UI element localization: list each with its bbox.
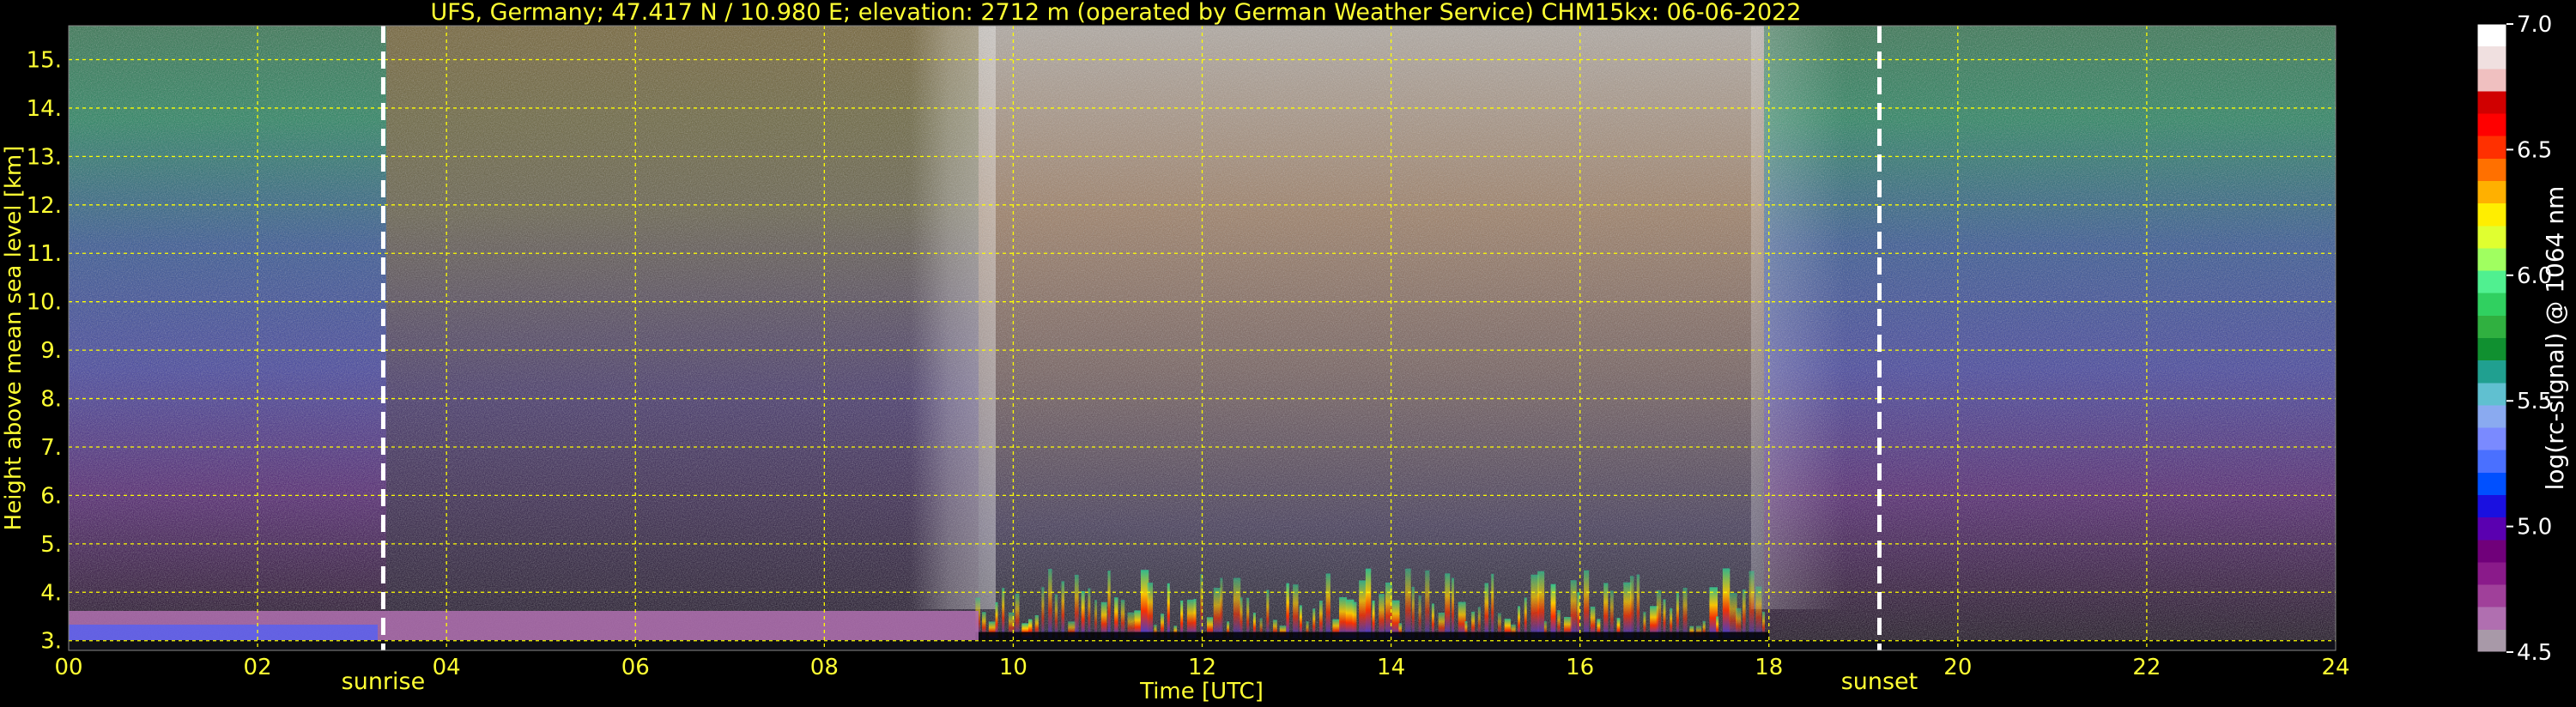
cbl-plume [1147, 583, 1154, 638]
cbl-plume [1484, 583, 1489, 638]
x-axis-label: Time [UTC] [1139, 679, 1264, 704]
cbl-plume [1676, 593, 1679, 638]
cbl-plume [1405, 568, 1411, 638]
cbl-plume [1491, 573, 1494, 638]
y-tick-label: 15. [27, 48, 62, 74]
cbl-plume [1233, 577, 1241, 638]
cbl-plume [1570, 580, 1577, 638]
x-tick-label: 20 [1943, 655, 1972, 680]
y-tick-label: 7. [40, 435, 62, 461]
y-tick-label: 9. [40, 338, 62, 364]
cbl-plume [1722, 568, 1730, 638]
chart-title: UFS, Germany; 47.417 N / 10.980 E; eleva… [431, 0, 1802, 26]
cbl-plume [1609, 590, 1614, 638]
colorbar-gradient [2477, 24, 2506, 652]
x-tick-label: 14 [1377, 655, 1405, 680]
cbl-plume [1749, 571, 1755, 638]
cbl-plume [1452, 577, 1455, 638]
x-tick-label: 10 [999, 655, 1027, 680]
sunrise-label: sunrise [342, 668, 426, 695]
cbl-plume [1411, 586, 1415, 638]
cbl-plume [1418, 595, 1421, 638]
y-tick-label: 11. [27, 241, 62, 267]
x-tick-label: 02 [244, 655, 272, 680]
colorbar-tick-label: 5.0 [2517, 515, 2552, 541]
cbl-plume [1365, 568, 1372, 638]
cbl-plume [1107, 571, 1111, 638]
colorbar: 4.55.05.56.06.57.0 log(rc-signal) @ 1064… [2476, 12, 2569, 666]
colorbar-label: log(rc-signal) @ 1064 nm [2541, 186, 2569, 491]
x-tick-label: 16 [1566, 655, 1594, 680]
sunset-label: sunset [1841, 668, 1918, 695]
cbl-plume [1002, 588, 1005, 638]
cbl-plume [1636, 574, 1640, 638]
cbl-plume [1742, 589, 1746, 638]
y-tick-label: 3. [40, 629, 62, 655]
y-tick-label: 12. [27, 193, 62, 219]
x-tick-label: 00 [54, 655, 82, 680]
y-axis-label: Height above mean sea level [km] [1, 146, 27, 531]
cbl-plume [1537, 571, 1545, 638]
plot-area [68, 25, 2337, 651]
cbl-plume [1445, 573, 1451, 638]
colorbar-tick-label: 6.5 [2517, 137, 2552, 163]
cbl-plume [1213, 588, 1221, 638]
y-axis-ticks: 3. 4. 5. 6. 7. 8. 9. 10. 11. 12. 13. 14. 15. [27, 48, 62, 655]
cbl-plume [1088, 588, 1091, 638]
colorbar-tick-label: 4.5 [2517, 640, 2552, 666]
cbl-plume [1425, 570, 1430, 638]
cbl-plume [1577, 592, 1580, 638]
x-tick-label: 22 [2132, 655, 2161, 680]
cbl-plume [1325, 573, 1330, 638]
cbl-plume [1048, 569, 1052, 638]
cbl-plume [1220, 577, 1223, 638]
y-tick-label: 5. [40, 532, 62, 558]
x-tick-label: 06 [621, 655, 650, 680]
cbl-plume [1041, 587, 1045, 638]
x-tick-label: 08 [810, 655, 839, 680]
x-tick-label: 24 [2321, 655, 2349, 680]
x-tick-label: 12 [1188, 655, 1216, 680]
cbl-plume [1629, 576, 1634, 638]
cbl-plume [1379, 594, 1385, 638]
cbl-plume [1603, 583, 1609, 638]
y-tick-label: 8. [40, 387, 62, 413]
y-tick-label: 14. [27, 96, 62, 122]
y-tick-label: 6. [40, 483, 62, 509]
cbl-plume [1167, 583, 1170, 638]
cbl-plume [1015, 593, 1020, 638]
x-tick-label: 18 [1755, 655, 1783, 680]
cbl-plume [1286, 583, 1289, 638]
y-tick-label: 13. [27, 144, 62, 170]
x-tick-label: 04 [433, 655, 461, 680]
cbl-plume [1755, 586, 1762, 638]
cbl-plume [1656, 590, 1662, 638]
y-tick-label: 4. [40, 580, 62, 606]
cbl-plume [1054, 594, 1058, 638]
residual-layer-night-base [69, 625, 378, 640]
cbl-plume [1061, 581, 1065, 638]
ceilometer-plot: UFS, Germany; 47.417 N / 10.980 E; eleva… [1, 0, 2569, 704]
y-tick-label: 10. [27, 290, 62, 316]
cbl-plume [1081, 590, 1085, 638]
cbl-plume [1074, 574, 1079, 638]
cbl-plume [1682, 588, 1688, 638]
cbl-plume [1584, 570, 1590, 638]
cbl-plume [1266, 589, 1270, 638]
colorbar-tick-label: 7.0 [2517, 12, 2552, 38]
